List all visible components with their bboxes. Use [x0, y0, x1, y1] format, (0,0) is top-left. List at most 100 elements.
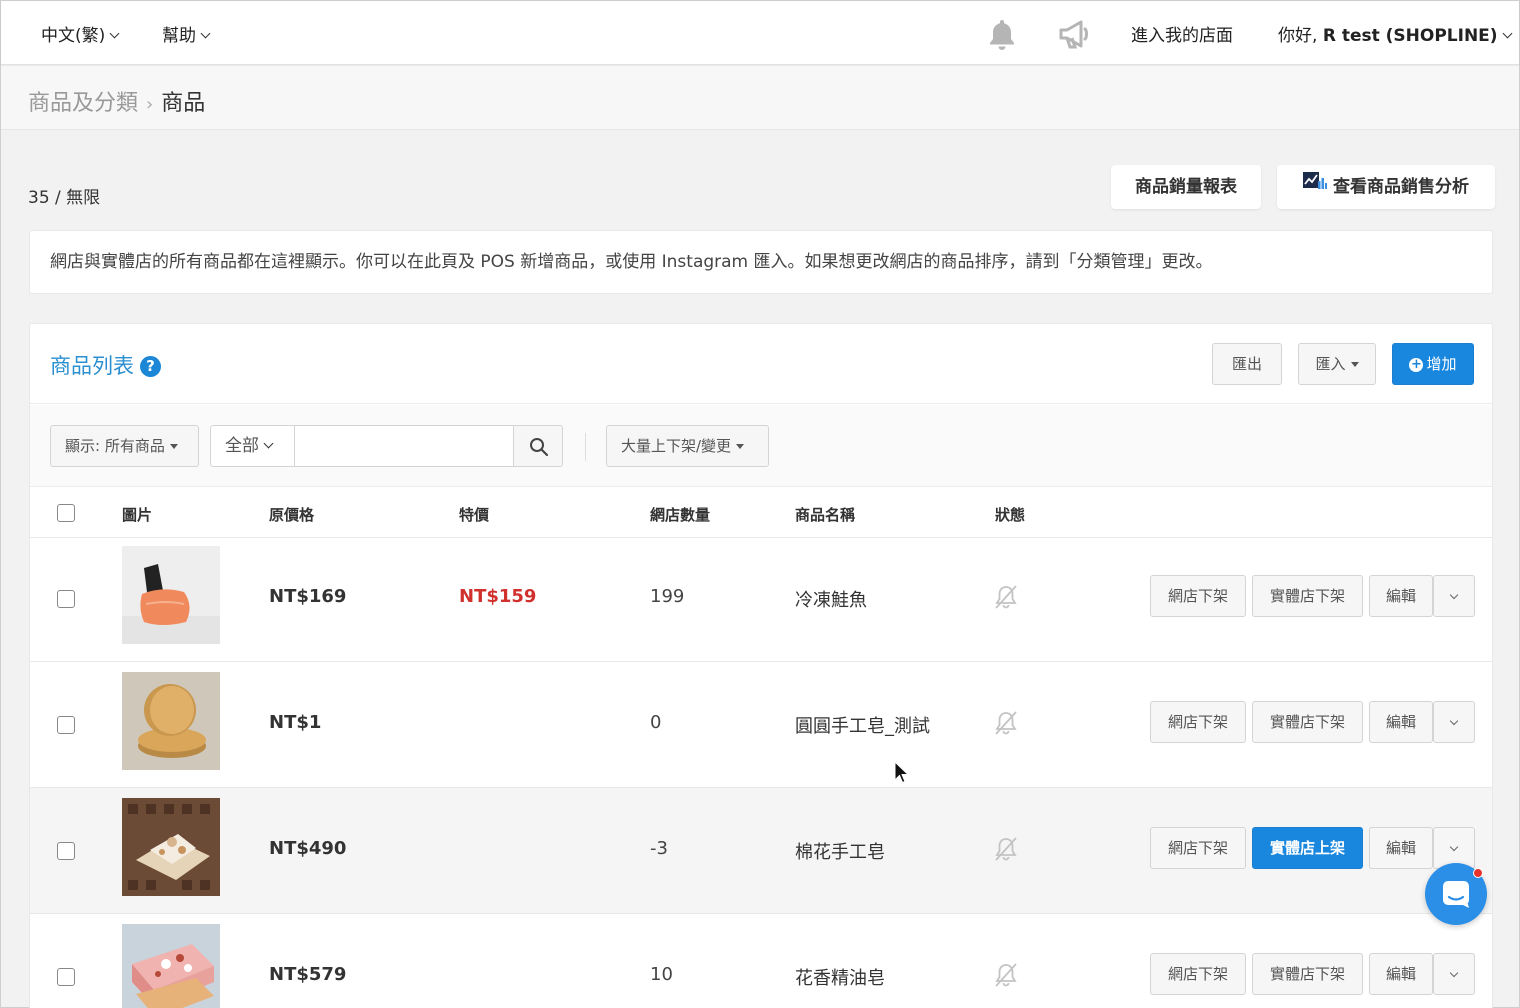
panel-title: 商品列表? [50, 350, 161, 380]
store-toggle-button[interactable]: 實體店下架 [1252, 701, 1363, 743]
language-menu[interactable]: 中文(繁) [41, 21, 120, 46]
chevron-down-icon [1449, 842, 1459, 852]
import-button[interactable]: 匯入 [1298, 343, 1376, 385]
online-unlist-button[interactable]: 網店下架 [1150, 701, 1246, 743]
table-row: NT$579 10 花香精油皂 網店下架 實體店下架 編輯 [30, 914, 1492, 1008]
product-thumbnail[interactable] [122, 546, 220, 644]
column-price[interactable]: 原價格 [269, 504, 314, 525]
scope-label: 全部 [225, 436, 259, 456]
store-toggle-button[interactable]: 實體店下架 [1252, 953, 1363, 995]
more-dropdown-button[interactable] [1433, 575, 1475, 617]
search-button[interactable] [513, 425, 563, 467]
edit-button[interactable]: 編輯 [1369, 953, 1433, 995]
filter-bar: 顯示: 所有商品 全部 大量上下架/變更 [30, 405, 1492, 487]
more-dropdown-button[interactable] [1433, 701, 1475, 743]
bell-off-icon [993, 962, 1019, 992]
top-navbar: 中文(繁) 幫助 進入我的店面 你好, R test (SHOPLINE) [1, 1, 1519, 65]
greeting: 你好, [1278, 26, 1318, 46]
chevron-down-icon [263, 438, 274, 449]
edit-button[interactable]: 編輯 [1369, 827, 1433, 869]
caret-down-icon [1350, 362, 1359, 367]
product-name[interactable]: 花香精油皂 [795, 964, 885, 990]
edit-button[interactable]: 編輯 [1369, 701, 1433, 743]
table-row: NT$169 NT$159 199 冷凍鮭魚 網店下架 實體店下架 編輯 [30, 536, 1492, 662]
product-qty: 10 [650, 964, 673, 985]
sales-analysis-button[interactable]: 查看商品銷售分析 [1277, 165, 1495, 209]
breadcrumb: 商品及分類 › 商品 [28, 85, 205, 117]
user-name: R test (SHOPLINE) [1322, 26, 1498, 46]
add-label: 增加 [1426, 355, 1457, 373]
chevron-down-icon [1449, 716, 1459, 726]
table-row: NT$1 0 圓圓手工皂_測試 網店下架 實體店下架 編輯 [30, 662, 1492, 788]
bell-icon[interactable] [987, 18, 1017, 54]
product-qty: 0 [650, 712, 662, 733]
product-thumbnail[interactable] [122, 672, 220, 770]
row-checkbox[interactable] [57, 968, 75, 986]
panel-title-text: 商品列表 [50, 354, 134, 378]
display-filter-select[interactable]: 顯示: 所有商品 [50, 425, 199, 467]
help-menu[interactable]: 幫助 [162, 21, 211, 46]
product-qty: -3 [650, 838, 668, 859]
product-thumbnail[interactable] [122, 798, 220, 896]
import-label: 匯入 [1315, 355, 1346, 373]
product-name[interactable]: 冷凍鮭魚 [795, 586, 867, 612]
chevron-down-icon [1449, 590, 1459, 600]
bulk-actions-label: 大量上下架/變更 [621, 437, 732, 455]
chevron-down-icon [200, 28, 211, 39]
store-toggle-button[interactable]: 實體店上架 [1252, 827, 1363, 869]
edit-button[interactable]: 編輯 [1369, 575, 1433, 617]
column-name[interactable]: 商品名稱 [795, 504, 855, 525]
bell-off-icon [993, 836, 1019, 866]
column-qty[interactable]: 網店數量 [650, 504, 710, 525]
chevron-down-icon [1502, 28, 1513, 39]
product-thumbnail[interactable] [122, 924, 220, 1008]
search-input[interactable] [294, 425, 514, 467]
bell-off-icon [993, 710, 1019, 740]
caret-down-icon [736, 444, 745, 449]
chart-icon [1303, 163, 1327, 207]
notification-dot [1473, 868, 1483, 878]
row-checkbox[interactable] [57, 590, 75, 608]
store-link[interactable]: 進入我的店面 [1131, 21, 1233, 46]
store-toggle-button[interactable]: 實體店下架 [1252, 575, 1363, 617]
user-menu[interactable]: 你好, R test (SHOPLINE) [1278, 21, 1513, 46]
product-name[interactable]: 棉花手工皂 [795, 838, 885, 864]
online-unlist-button[interactable]: 網店下架 [1150, 953, 1246, 995]
online-unlist-button[interactable]: 網店下架 [1150, 575, 1246, 617]
export-button[interactable]: 匯出 [1212, 343, 1282, 385]
language-label: 中文(繁) [41, 26, 106, 46]
panel-header: 商品列表? 匯出 匯入 + 增加 [30, 324, 1492, 404]
breadcrumb-current: 商品 [161, 91, 206, 116]
help-icon[interactable]: ? [140, 356, 161, 377]
add-product-button[interactable]: + 增加 [1392, 343, 1474, 385]
more-dropdown-button[interactable] [1433, 953, 1475, 995]
chat-launcher-button[interactable] [1425, 863, 1487, 925]
column-status: 狀態 [995, 506, 1026, 524]
row-checkbox[interactable] [57, 842, 75, 860]
display-filter-label: 顯示: 所有商品 [65, 437, 165, 455]
row-checkbox[interactable] [57, 716, 75, 734]
cursor-icon [894, 760, 910, 789]
product-list-panel: 商品列表? 匯出 匯入 + 增加 顯示: 所有商品 全部 大量上下架/變更 圖片 … [29, 323, 1493, 1008]
product-price: NT$579 [269, 964, 347, 985]
breadcrumb-parent[interactable]: 商品及分類 [28, 91, 138, 116]
chevron-right-icon: › [146, 94, 154, 115]
table-row: NT$490 -3 棉花手工皂 網店下架 實體店上架 編輯 [30, 788, 1492, 914]
product-name[interactable]: 圓圓手工皂_測試 [795, 712, 930, 738]
product-sale-price: NT$159 [459, 586, 537, 607]
online-unlist-button[interactable]: 網店下架 [1150, 827, 1246, 869]
megaphone-icon[interactable] [1057, 19, 1093, 53]
scope-select[interactable]: 全部 [210, 425, 296, 467]
chevron-down-icon [109, 28, 120, 39]
sales-report-button[interactable]: 商品銷量報表 [1111, 165, 1261, 209]
bulk-actions-select[interactable]: 大量上下架/變更 [606, 425, 769, 467]
column-sale[interactable]: 特價 [459, 504, 489, 525]
product-price: NT$169 [269, 586, 347, 607]
search-icon [530, 438, 549, 457]
caret-down-icon [169, 444, 178, 449]
column-image: 圖片 [122, 506, 153, 524]
divider [585, 433, 586, 461]
select-all-checkbox[interactable] [57, 504, 75, 522]
product-price: NT$1 [269, 712, 322, 733]
product-qty: 199 [650, 586, 685, 607]
